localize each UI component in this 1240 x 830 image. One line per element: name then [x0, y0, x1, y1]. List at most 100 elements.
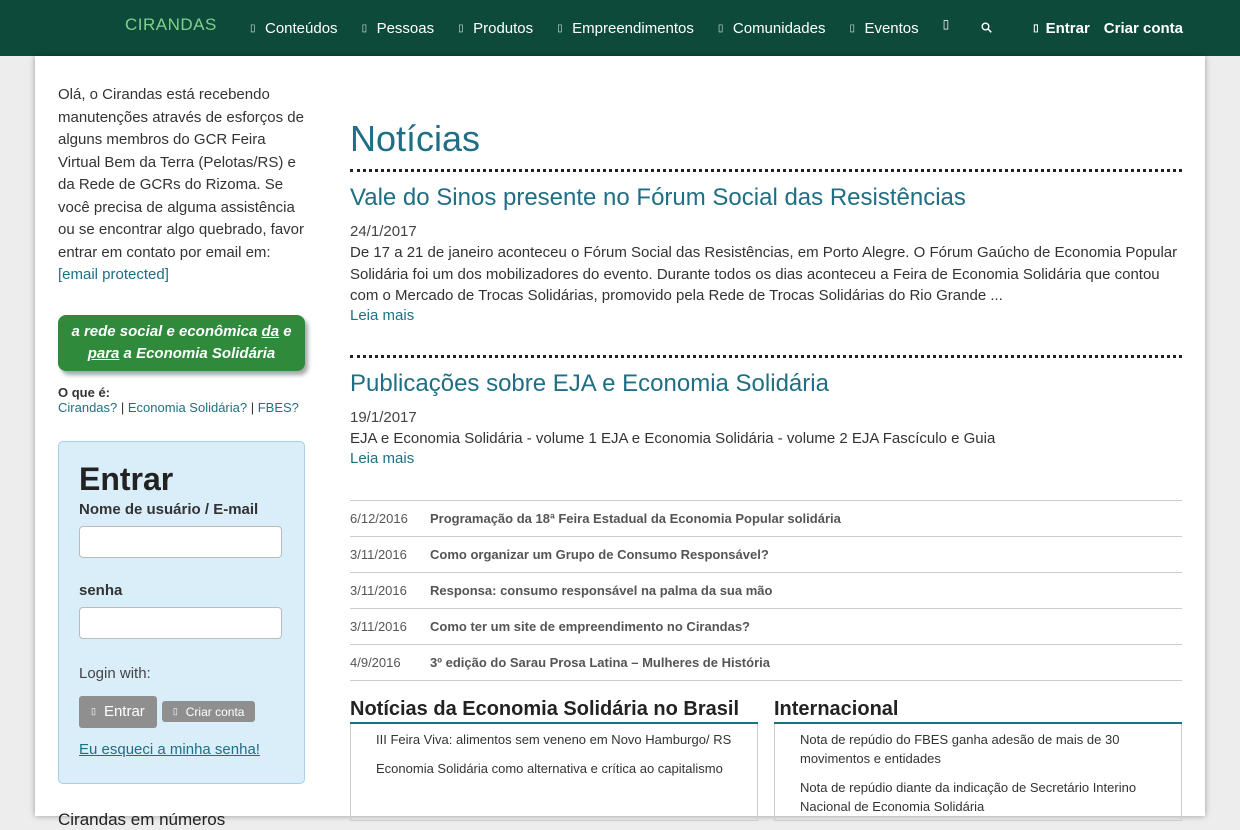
- contact-email-link[interactable]: [email protected]: [58, 266, 169, 283]
- what-is-fbes-link[interactable]: FBES?: [258, 400, 299, 415]
- login-label: Entrar: [1045, 19, 1090, 37]
- what-is-cirandas-link[interactable]: Cirandas?: [58, 400, 117, 415]
- product-icon: ▯: [458, 22, 464, 34]
- nav-item-eventos[interactable]: ▯ Eventos: [849, 20, 918, 37]
- file-icon: ▯: [250, 22, 256, 34]
- list-item-date: 3/11/2016: [350, 619, 407, 634]
- nav-item-empreendimentos[interactable]: ▯ Empreendimentos: [557, 20, 694, 37]
- list-item-title[interactable]: Responsa: consumo responsável na palma d…: [430, 583, 772, 598]
- column-title: Internacional: [774, 696, 1182, 724]
- list-item-date: 3/11/2016: [350, 547, 407, 562]
- sign-in-icon: ▯: [1033, 22, 1039, 34]
- what-is-links: Cirandas? | Economia Solidária? | FBES?: [58, 400, 305, 415]
- sign-in-icon: ▯: [91, 706, 96, 716]
- news-article: Vale do Sinos presente no Fórum Social d…: [350, 169, 1182, 325]
- create-account-button[interactable]: ▯ Criar conta: [161, 701, 256, 722]
- login-button-label: Entrar: [103, 703, 145, 720]
- nav-label: Conteúdos: [265, 19, 338, 37]
- brand-logo[interactable]: CIRANDAS: [125, 15, 217, 35]
- column-list: III Feira Viva: alimentos sem veneno em …: [350, 724, 758, 821]
- column-item[interactable]: Nota de repúdio diante da indicação de S…: [800, 778, 1169, 816]
- read-more-link[interactable]: Leia mais: [350, 307, 414, 324]
- tagline-text-2: e: [279, 322, 292, 340]
- forgot-password-link[interactable]: Eu esqueci a minha senha!: [79, 741, 260, 758]
- tagline-text-3: a Economia Solidária: [119, 344, 276, 362]
- article-excerpt: EJA e Economia Solidária - volume 1 EJA …: [350, 430, 996, 447]
- list-item[interactable]: 4/9/2016 3º edição do Sarau Prosa Latina…: [350, 645, 1182, 681]
- what-is-ecosol-link[interactable]: Economia Solidária?: [128, 400, 247, 415]
- login-buttons: ▯ Entrar ▯ Criar conta: [79, 695, 284, 728]
- article-title-link[interactable]: Vale do Sinos presente no Fórum Social d…: [350, 184, 966, 211]
- tagline-da: da: [261, 322, 280, 340]
- tagline-text-1: a rede social e econômica: [71, 322, 262, 340]
- list-item-date: 4/9/2016: [350, 655, 401, 670]
- list-item[interactable]: 6/12/2016 Programação da 18ª Feira Estad…: [350, 501, 1182, 537]
- nav-label: Pessoas: [376, 19, 435, 37]
- login-box: Entrar Nome de usuário / E-mail senha Lo…: [58, 440, 305, 784]
- nav-label: Comunidades: [732, 19, 826, 37]
- signup-link[interactable]: Criar conta: [1104, 20, 1183, 37]
- nav-label: Produtos: [473, 19, 534, 37]
- main-nav: ▯ Conteúdos ▯ Pessoas ▯ Produtos ▯ Empre…: [250, 0, 993, 56]
- nav-label: Eventos: [864, 19, 919, 37]
- login-title: Entrar: [79, 460, 174, 497]
- username-input[interactable]: [79, 525, 282, 558]
- list-item[interactable]: 3/11/2016 Responsa: consumo responsável …: [350, 573, 1182, 609]
- username-label: Nome de usuário / E-mail: [79, 500, 259, 518]
- nav-item-comunidades[interactable]: ▯ Comunidades: [718, 20, 826, 37]
- login-button[interactable]: ▯ Entrar: [79, 695, 157, 728]
- password-label: senha: [79, 581, 123, 599]
- tagline-banner: a rede social e econômica da e para a Ec…: [58, 314, 305, 371]
- list-item-title[interactable]: Como ter um site de empreendimento no Ci…: [430, 619, 750, 634]
- international-news-column: Internacional Nota de repúdio do FBES ga…: [774, 696, 1182, 821]
- page-title: Notícias: [350, 118, 481, 159]
- list-item-date: 3/11/2016: [350, 583, 407, 598]
- login-with-label: Login with:: [79, 664, 151, 682]
- list-item-title[interactable]: Como organizar um Grupo de Consumo Respo…: [430, 547, 769, 562]
- nav-item-conteudos[interactable]: ▯ Conteúdos: [250, 20, 338, 37]
- calendar-icon: ▯: [849, 22, 855, 34]
- separator: |: [247, 399, 258, 415]
- news-columns: Notícias da Economia Solidária no Brasil…: [350, 696, 1182, 821]
- nav-item-produtos[interactable]: ▯ Produtos: [458, 20, 533, 37]
- page-container: Olá, o Cirandas está recebendo manutençõ…: [35, 56, 1205, 829]
- list-item-date: 6/12/2016: [350, 511, 408, 526]
- what-is-section: O que é: Cirandas? | Economia Solidária?…: [58, 385, 305, 415]
- user-icon: ▯: [361, 22, 368, 34]
- create-account-label: Criar conta: [185, 704, 245, 719]
- column-item[interactable]: Economia Solidária como alternativa e cr…: [376, 759, 745, 778]
- column-item[interactable]: Nota de repúdio do FBES ganha adesão de …: [800, 730, 1169, 768]
- password-input[interactable]: [79, 606, 282, 639]
- maintenance-text: Olá, o Cirandas está recebendo manutençõ…: [58, 86, 304, 261]
- article-title-link[interactable]: Publicações sobre EJA e Economia Solidár…: [350, 370, 829, 397]
- stats-title: Cirandas em números: [58, 809, 226, 829]
- tagline-para: para: [87, 344, 120, 362]
- article-excerpt: De 17 a 21 de janeiro aconteceu o Fórum …: [350, 244, 1178, 304]
- brazil-news-column: Notícias da Economia Solidária no Brasil…: [350, 696, 758, 821]
- list-item[interactable]: 3/11/2016 Como ter um site de empreendim…: [350, 609, 1182, 645]
- what-is-label: O que é:: [58, 384, 111, 400]
- list-item-title[interactable]: 3º edição do Sarau Prosa Latina – Mulher…: [430, 655, 770, 670]
- column-list: Nota de repúdio do FBES ganha adesão de …: [774, 724, 1182, 821]
- sidebar: Olá, o Cirandas está recebendo manutençõ…: [58, 84, 305, 830]
- search-icon[interactable]: [981, 20, 993, 36]
- column-title: Notícias da Economia Solidária no Brasil: [350, 696, 758, 724]
- nav-label: Empreendimentos: [572, 19, 694, 37]
- read-more-link[interactable]: Leia mais: [350, 450, 414, 467]
- auth-links: ▯ Entrar Criar conta: [1019, 0, 1183, 56]
- community-icon: ▯: [717, 22, 724, 34]
- article-date: 24/1/2017: [350, 223, 417, 240]
- column-item[interactable]: III Feira Viva: alimentos sem veneno em …: [376, 730, 745, 749]
- more-menu-icon[interactable]: ▯: [943, 17, 950, 31]
- maintenance-notice: Olá, o Cirandas está recebendo manutençõ…: [58, 84, 305, 287]
- article-date: 19/1/2017: [350, 409, 417, 426]
- list-item-title[interactable]: Programação da 18ª Feira Estadual da Eco…: [430, 511, 841, 526]
- nav-item-pessoas[interactable]: ▯ Pessoas: [362, 20, 435, 37]
- older-news-list: 6/12/2016 Programação da 18ª Feira Estad…: [350, 500, 1182, 681]
- building-icon: ▯: [557, 22, 563, 34]
- login-link[interactable]: ▯ Entrar: [1033, 20, 1090, 37]
- news-article: Publicações sobre EJA e Economia Solidár…: [350, 355, 1182, 468]
- top-navigation-bar: CIRANDAS ▯ Conteúdos ▯ Pessoas ▯ Produto…: [0, 0, 1240, 56]
- list-item[interactable]: 3/11/2016 Como organizar um Grupo de Con…: [350, 537, 1182, 573]
- user-plus-icon: ▯: [172, 706, 178, 716]
